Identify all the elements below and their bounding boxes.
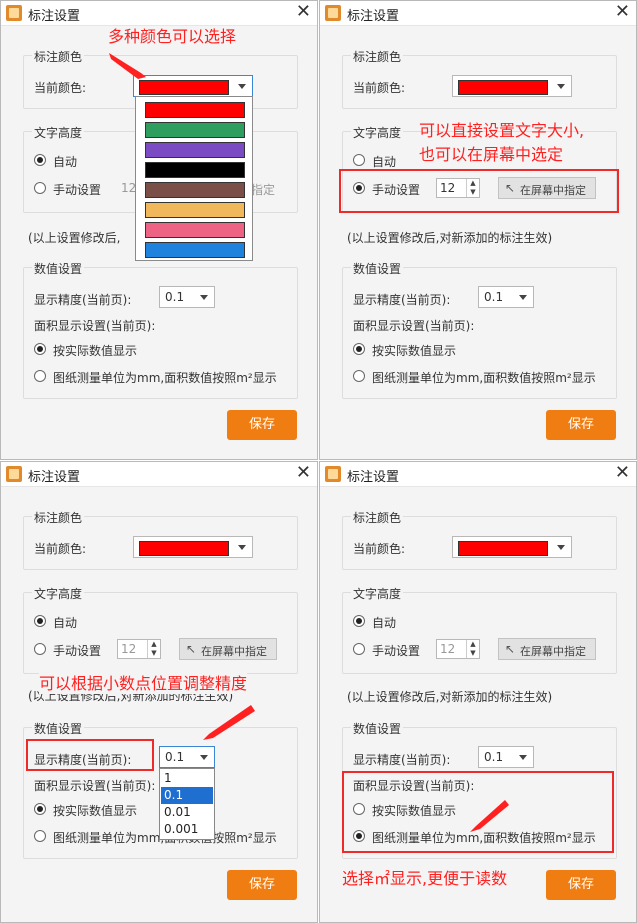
annotation-text-size-1: 可以直接设置文字大小, xyxy=(419,121,585,140)
app-icon xyxy=(325,5,341,21)
auto-label: 自动 xyxy=(372,155,397,169)
area-mm-label: 图纸测量单位为mm,面积数值按照m²显示 xyxy=(372,371,596,385)
chevron-down-icon xyxy=(557,84,565,89)
annotation-arrow xyxy=(109,53,146,79)
current-color-label: 当前颜色: xyxy=(353,81,406,95)
text-height-title: 文字高度 xyxy=(351,124,404,141)
dialog-title: 标注设置 xyxy=(347,9,400,24)
dialog-text-size: 标注设置 ✕ 标注颜色 当前颜色: 文字高度 自动 手动设置 12 ▲ ▼ ↖ 在… xyxy=(319,0,637,460)
current-color-swatch xyxy=(458,80,548,95)
value-group-title: 数值设置 xyxy=(351,260,404,277)
precision-value: 0.1 xyxy=(484,290,504,304)
auto-radio[interactable] xyxy=(353,154,365,166)
area-mm-radio[interactable] xyxy=(353,370,365,382)
dialog-area: 标注设置 ✕ 标注颜色 当前颜色: 文字高度 自动 手动设置 12 ▲ ▼ ↖ 在… xyxy=(319,461,637,923)
precision-label: 显示精度(当前页): xyxy=(353,293,451,307)
area-actual-label: 按实际数值显示 xyxy=(372,344,457,358)
color-select[interactable] xyxy=(452,75,572,97)
precision-select[interactable]: 0.1 xyxy=(478,286,534,308)
color-group-title: 标注颜色 xyxy=(351,48,404,65)
note-text: (以上设置修改后,对新添加的标注生效) xyxy=(347,231,553,245)
annotation-text-size-2: 也可以在屏幕中选定 xyxy=(419,145,564,164)
chevron-down-icon xyxy=(519,295,527,300)
title-bar: 标注设置 ✕ xyxy=(320,1,636,26)
close-icon[interactable]: ✕ xyxy=(615,2,630,22)
highlight-box xyxy=(339,169,619,213)
annotation-arrow xyxy=(203,705,255,740)
save-button[interactable]: 保存 xyxy=(546,410,616,440)
annotation-arrow xyxy=(470,800,509,832)
annotation-area: 选择㎡显示,更便于读数 xyxy=(342,869,508,888)
dialog-precision: 标注设置 ✕ 标注颜色 当前颜色: 文字高度 自动 手动设置 12 ▲ ▼ ↖ 在… xyxy=(0,461,318,923)
area-actual-radio[interactable] xyxy=(353,343,365,355)
area-label: 面积显示设置(当前页): xyxy=(353,319,475,333)
dialog-color-dropdown: 标注设置 ✕ 标注颜色 当前颜色: 文字高度 自动 手动设置 12 指定 (以上… xyxy=(0,0,318,460)
